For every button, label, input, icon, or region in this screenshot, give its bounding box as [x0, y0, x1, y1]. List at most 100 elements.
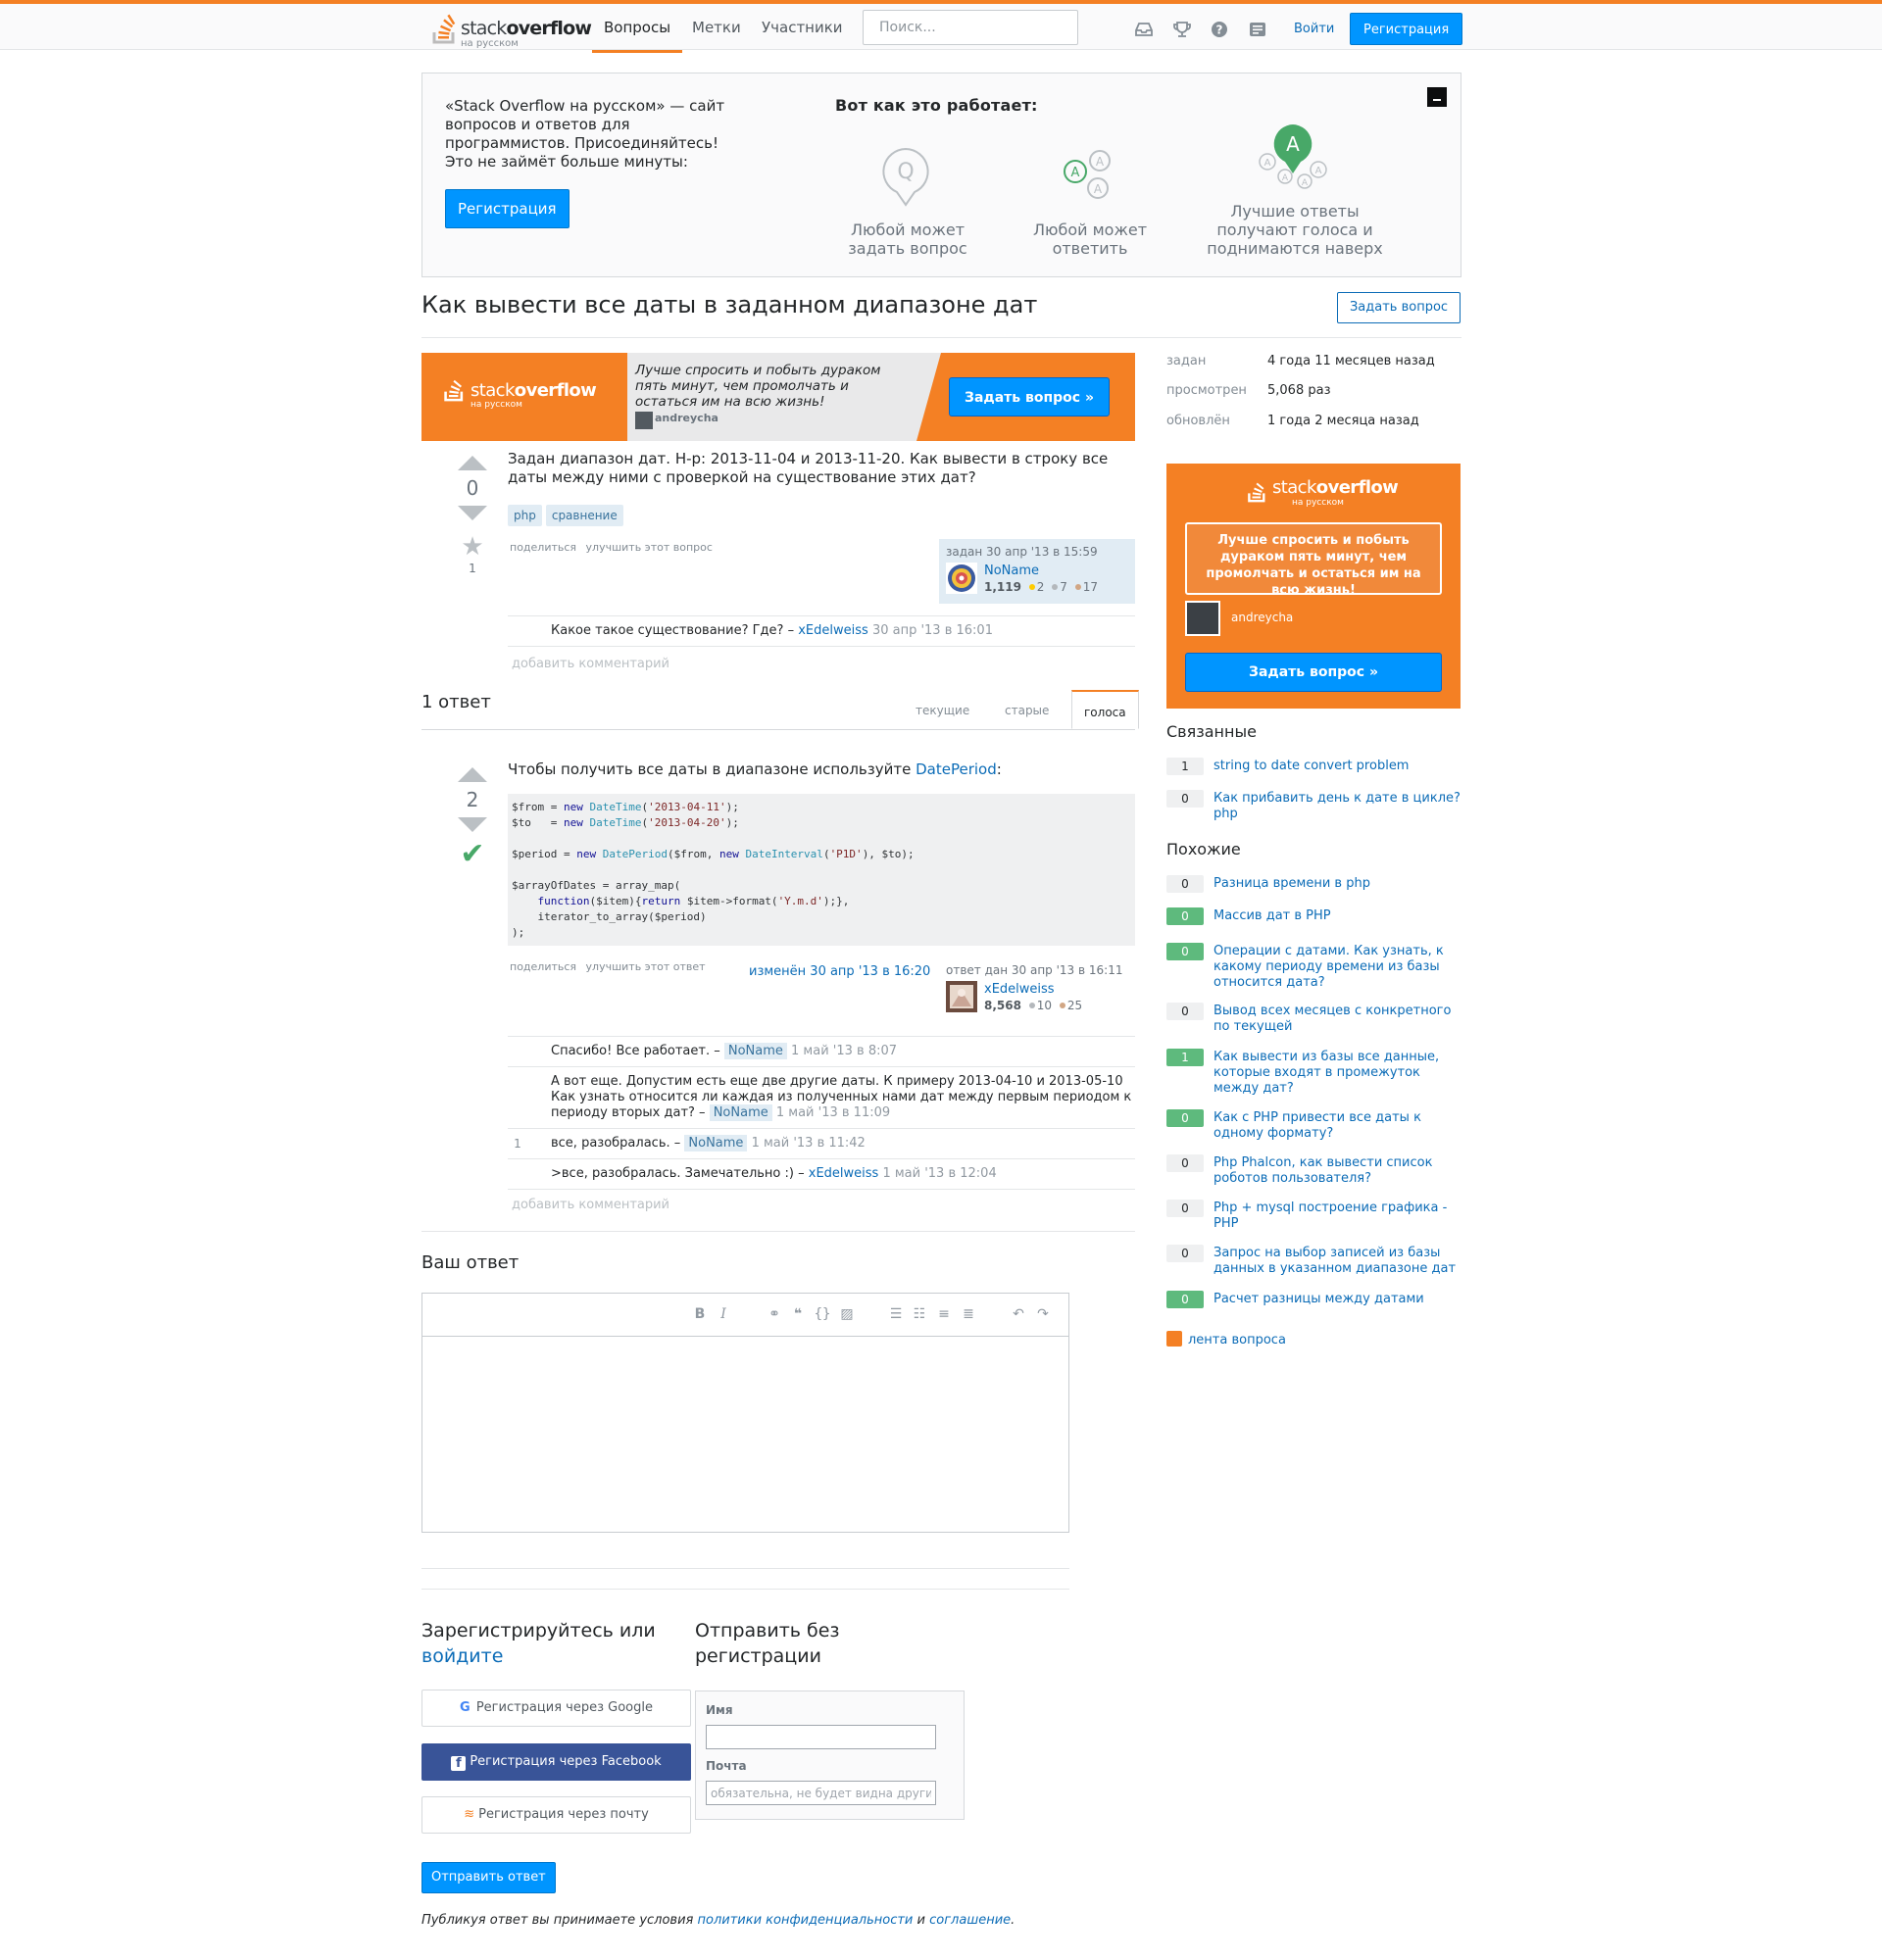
answer-share-link[interactable]: поделиться: [510, 960, 576, 973]
sidebar-ad[interactable]: stackoverflow на русском Лучше спросить …: [1166, 464, 1461, 709]
silver-badge-icon: [1028, 1003, 1035, 1008]
google-signup-button[interactable]: G Регистрация через Google: [421, 1690, 691, 1727]
inbox-icon[interactable]: [1134, 20, 1154, 39]
xedelweiss-avatar[interactable]: [946, 981, 977, 1012]
improve-question-link[interactable]: улучшить этот вопрос: [586, 541, 713, 554]
comment-score: 1: [514, 1137, 521, 1151]
guest-form: Имя Почта: [695, 1690, 965, 1820]
svg-text:A: A: [1071, 166, 1080, 180]
answer-vote-cell: 2 ✔: [448, 767, 497, 871]
answered-date: ответ дан 30 апр '13 в 16:11: [946, 963, 1123, 977]
trophy-icon[interactable]: [1172, 20, 1192, 39]
nav-tags[interactable]: Метки: [680, 8, 753, 53]
name-input[interactable]: [706, 1725, 936, 1749]
code-icon[interactable]: {}: [814, 1306, 831, 1322]
image-icon[interactable]: ▨: [838, 1306, 856, 1322]
answers-count: 1 ответ: [421, 692, 491, 712]
heading-icon[interactable]: ≡: [935, 1306, 953, 1322]
svg-text:A: A: [1264, 158, 1271, 169]
dateperiod-link[interactable]: DatePeriod: [916, 760, 997, 778]
bullet-list-icon[interactable]: ☷: [911, 1306, 928, 1322]
answer-upvote-icon[interactable]: [458, 767, 487, 782]
post-answer-button[interactable]: Отправить ответ: [421, 1862, 556, 1893]
comment-item: 1 все, разобралась. – NoName 1 май '13 в…: [508, 1129, 1135, 1159]
comment-user[interactable]: NoName: [723, 1043, 787, 1059]
terms-link[interactable]: соглашение: [929, 1913, 1011, 1928]
asked-date: задан 30 апр '13 в 15:59: [946, 545, 1098, 559]
italic-button[interactable]: I: [715, 1306, 732, 1322]
share-link[interactable]: поделиться: [510, 541, 576, 554]
facebook-signup-button[interactable]: f Регистрация через Facebook: [421, 1743, 691, 1781]
ask-question-button[interactable]: Задать вопрос: [1337, 292, 1461, 323]
signup-button[interactable]: Регистрация: [1350, 13, 1463, 45]
link-icon[interactable]: ⚭: [766, 1306, 783, 1322]
best-answer-icon: A A A A A: [1259, 124, 1327, 189]
login-link[interactable]: Войти: [1284, 14, 1344, 45]
ad-ask-button[interactable]: Задать вопрос »: [1185, 653, 1442, 692]
login-link-inline[interactable]: войдите: [421, 1645, 503, 1667]
search-input[interactable]: [863, 10, 1078, 45]
svg-text:Q: Q: [897, 160, 914, 184]
question-add-comment[interactable]: добавить комментарий: [512, 657, 669, 671]
bold-button[interactable]: B: [691, 1306, 709, 1322]
answer-downvote-icon[interactable]: [458, 817, 487, 832]
comment-user[interactable]: xEdelweiss: [798, 623, 868, 638]
answer-author-card: ответ дан 30 апр '13 в 16:11 xEdelweiss …: [939, 957, 1135, 1022]
improve-answer-link[interactable]: улучшить этот ответ: [586, 960, 706, 973]
downvote-icon[interactable]: [458, 506, 487, 520]
email-input[interactable]: [706, 1781, 936, 1805]
answer-textarea[interactable]: [422, 1338, 1068, 1532]
favorite-star-icon[interactable]: ★: [448, 532, 497, 562]
ad-logo-text: stackoverflow на русском: [1272, 477, 1399, 508]
question-feed-link[interactable]: лента вопроса: [1166, 1331, 1286, 1348]
noname-avatar[interactable]: [946, 563, 977, 594]
review-icon[interactable]: [1248, 20, 1267, 39]
upvote-icon[interactable]: [458, 456, 487, 470]
site-logo[interactable]: stackoverflow на русском: [431, 14, 592, 49]
silver-badge-icon: [1052, 584, 1059, 590]
question-owner-name[interactable]: NoName: [984, 564, 1039, 578]
banner-logo-text: stackoverflow на русском: [470, 380, 597, 410]
svg-text:A: A: [1302, 178, 1309, 188]
tag-php[interactable]: php: [508, 505, 542, 526]
answer-add-comment[interactable]: добавить комментарий: [512, 1198, 669, 1212]
redo-icon[interactable]: ↷: [1034, 1306, 1052, 1322]
undo-icon[interactable]: ↶: [1010, 1306, 1027, 1322]
comment-user[interactable]: xEdelweiss: [809, 1166, 879, 1181]
banner-ask-button[interactable]: Задать вопрос »: [949, 377, 1110, 416]
hero-step-best: Лучшие ответы получают голоса и поднимаю…: [1207, 202, 1383, 258]
hr-icon[interactable]: ≣: [960, 1306, 977, 1322]
question-title[interactable]: Как вывести все даты в заданном диапазон…: [421, 291, 1037, 318]
banner-author: andreycha: [655, 412, 718, 424]
comment-item: А вот еще. Допустим есть еще две другие …: [508, 1067, 1135, 1129]
privacy-policy-link[interactable]: политики конфиденциальности: [698, 1913, 914, 1928]
meta-active: обновлён 1 года 2 месяца назад: [1166, 414, 1419, 428]
bronze-badge-icon: [1059, 1003, 1065, 1008]
promo-banner[interactable]: stackoverflow на русском Лучше спросить …: [421, 353, 1135, 441]
tab-oldest[interactable]: старые: [993, 690, 1061, 729]
hero-signup-button[interactable]: Регистрация: [445, 189, 570, 228]
answer-code-block: $from = new DateTime('2013-04-11'); $to …: [508, 794, 1135, 946]
numbered-list-icon[interactable]: ☰: [887, 1306, 905, 1322]
quote-icon[interactable]: ❝: [789, 1306, 807, 1322]
tab-active[interactable]: текущие: [904, 690, 981, 729]
top-bar: stackoverflow на русском Вопросы Метки У…: [0, 0, 1882, 53]
svg-text:?: ?: [1216, 24, 1223, 37]
answer-author-name[interactable]: xEdelweiss: [984, 982, 1055, 997]
email-signup-button[interactable]: ≋ Регистрация через почту: [421, 1796, 691, 1834]
hero-step-answer: Любой может ответить: [1032, 220, 1148, 258]
comment-item: Спасибо! Все работает. – NoName 1 май '1…: [508, 1037, 1135, 1067]
stack-small-icon: ≋: [464, 1807, 475, 1822]
nav-users[interactable]: Участники: [750, 8, 855, 53]
comment-user[interactable]: NoName: [684, 1135, 748, 1152]
svg-text:A: A: [1315, 166, 1322, 176]
hero-close-button[interactable]: [1427, 87, 1447, 107]
help-icon[interactable]: ?: [1210, 20, 1229, 39]
page: stackoverflow на русском Вопросы Метки У…: [0, 0, 1882, 1960]
tab-votes[interactable]: голоса: [1071, 690, 1139, 729]
comment-user[interactable]: NoName: [709, 1104, 772, 1121]
preview-divider: [421, 1568, 1069, 1569]
tag-comparison[interactable]: сравнение: [545, 505, 623, 526]
nav-questions[interactable]: Вопросы: [592, 8, 683, 53]
answer-edited-date[interactable]: изменён 30 апр '13 в 16:20: [749, 964, 930, 979]
